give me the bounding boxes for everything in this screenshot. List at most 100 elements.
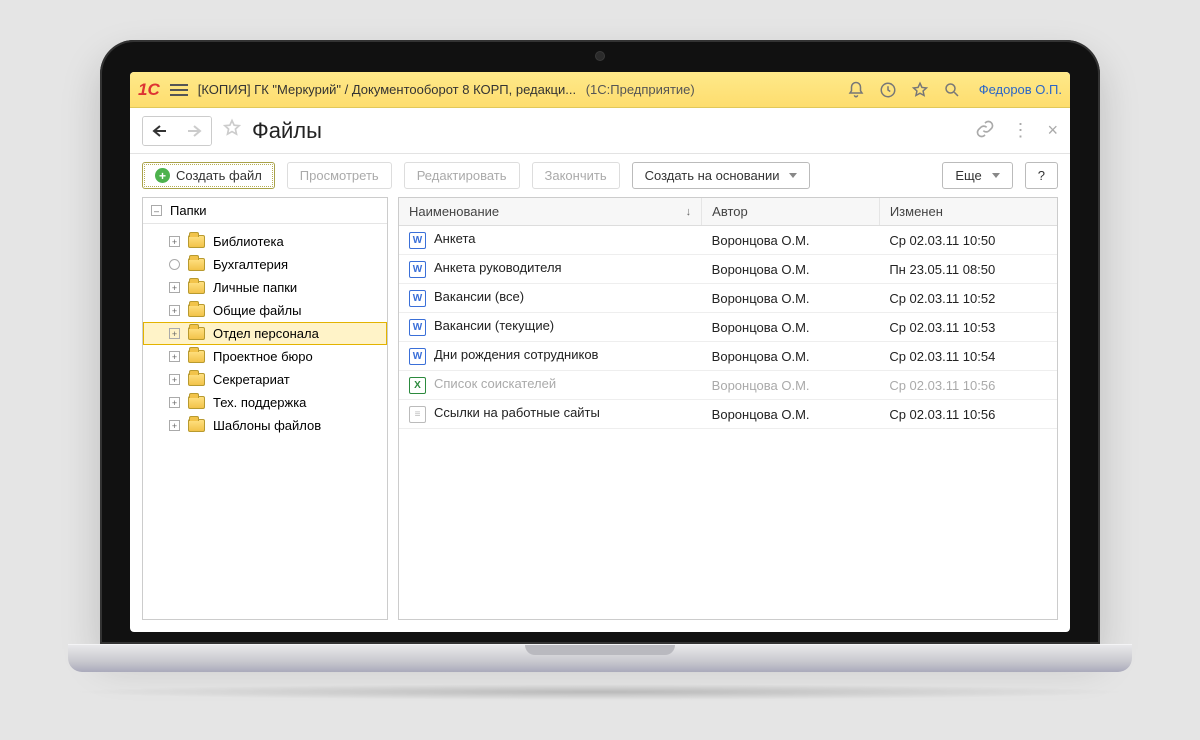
- folder-label: Шаблоны файлов: [213, 418, 321, 433]
- folder-item[interactable]: +Секретариат: [143, 368, 387, 391]
- folder-label: Общие файлы: [213, 303, 301, 318]
- file-type-icon: W: [409, 319, 426, 336]
- files-table: Наименование ↓ Автор Изменен: [399, 198, 1057, 429]
- folder-item[interactable]: + Общие файлы: [143, 299, 387, 322]
- folders-tree: + Библиотека Бухгалтерия + Личные папки + Общи…: [143, 224, 387, 443]
- folder-item[interactable]: + Шаблоны файлов: [143, 414, 387, 437]
- folder-label: Бухгалтерия: [213, 257, 288, 272]
- app-window: 1C [КОПИЯ] ГК "Меркурий" / Документообор…: [130, 72, 1070, 632]
- folder-icon: [188, 419, 205, 432]
- expand-icon[interactable]: +: [169, 236, 180, 247]
- folder-item[interactable]: +Отдел персонала: [143, 322, 387, 345]
- file-type-icon: ≡: [409, 406, 426, 423]
- folder-item[interactable]: + Проектное бюро: [143, 345, 387, 368]
- folder-label: Проектное бюро: [213, 349, 313, 364]
- more-button[interactable]: Еще: [942, 162, 1012, 189]
- table-row[interactable]: ≡ Ссылки на работные сайты Воронцова О.М.С…: [399, 400, 1057, 429]
- file-type-icon: W: [409, 348, 426, 365]
- expand-icon[interactable]: +: [169, 420, 180, 431]
- file-type-icon: W: [409, 290, 426, 307]
- file-type-icon: W: [409, 261, 426, 278]
- folders-panel: – Папки + Библиотека Бухгалтерия + Личные па…: [142, 197, 388, 620]
- column-name-header[interactable]: Наименование ↓: [399, 198, 702, 226]
- plus-icon: +: [155, 168, 170, 183]
- expand-icon[interactable]: +: [169, 282, 180, 293]
- file-name: Дни рождения сотрудников: [434, 347, 598, 362]
- file-name: Анкета: [434, 231, 476, 246]
- expand-icon[interactable]: [169, 259, 180, 270]
- folders-root-label: Папки: [170, 203, 207, 218]
- file-name: Анкета руководителя: [434, 260, 562, 275]
- column-author-header[interactable]: Автор: [702, 198, 880, 226]
- file-author: Воронцова О.М.: [702, 226, 880, 255]
- laptop-frame: 1C [КОПИЯ] ГК "Меркурий" / Документообор…: [100, 40, 1100, 700]
- expand-icon[interactable]: +: [169, 305, 180, 316]
- main-content: – Папки + Библиотека Бухгалтерия + Личные па…: [130, 197, 1070, 632]
- folder-label: Библиотека: [213, 234, 284, 249]
- bell-icon[interactable]: [847, 81, 865, 99]
- expand-icon[interactable]: +: [169, 351, 180, 362]
- chevron-down-icon: [789, 173, 797, 178]
- file-modified: Ср 02.03.11 10:50: [879, 226, 1057, 255]
- create-based-on-button[interactable]: Создать на основании: [632, 162, 811, 189]
- folder-icon: [188, 258, 205, 271]
- folder-label: Тех. поддержка: [213, 395, 306, 410]
- close-button[interactable]: ×: [1047, 120, 1058, 141]
- window-title: [КОПИЯ] ГК "Меркурий" / Документооборот …: [198, 82, 576, 97]
- folders-root[interactable]: – Папки: [143, 198, 387, 224]
- folder-icon: [188, 350, 205, 363]
- subheader: Файлы ⋮ ×: [130, 108, 1070, 154]
- file-author: Воронцова О.М.: [702, 313, 880, 342]
- folder-icon: [188, 396, 205, 409]
- table-row[interactable]: XСписок соискателейВоронцова О.М.Ср 02.0…: [399, 371, 1057, 400]
- folder-label: Личные папки: [213, 280, 297, 295]
- folder-icon: [188, 304, 205, 317]
- file-author: Воронцова О.М.: [702, 400, 880, 429]
- column-modified-header[interactable]: Изменен: [879, 198, 1057, 226]
- kebab-menu-icon[interactable]: ⋮: [1011, 120, 1031, 141]
- toolbar: + Создать файл Просмотреть Редактировать…: [130, 154, 1070, 197]
- search-icon[interactable]: [943, 81, 961, 99]
- expand-icon[interactable]: +: [169, 328, 180, 339]
- collapse-icon[interactable]: –: [151, 205, 162, 216]
- edit-button[interactable]: Редактировать: [404, 162, 520, 189]
- file-name: Вакансии (текущие): [434, 318, 554, 333]
- folder-icon: [188, 235, 205, 248]
- folder-item[interactable]: Бухгалтерия: [143, 253, 387, 276]
- expand-icon[interactable]: +: [169, 374, 180, 385]
- link-icon[interactable]: [975, 119, 995, 142]
- file-author: Воронцова О.М.: [702, 371, 880, 400]
- folder-item[interactable]: + Библиотека: [143, 230, 387, 253]
- view-button[interactable]: Просмотреть: [287, 162, 392, 189]
- table-row[interactable]: WАнкета руководителяВоронцова О.М.Пн 23.…: [399, 255, 1057, 284]
- file-type-icon: W: [409, 232, 426, 249]
- current-user-link[interactable]: Федоров О.П.: [979, 82, 1062, 97]
- page-title: Файлы: [252, 118, 322, 144]
- nav-back-button[interactable]: [143, 117, 177, 145]
- folder-icon: [188, 327, 205, 340]
- file-author: Воронцова О.М.: [702, 284, 880, 313]
- main-menu-button[interactable]: [170, 84, 188, 96]
- help-button[interactable]: ?: [1025, 162, 1058, 189]
- finish-button[interactable]: Закончить: [532, 162, 620, 189]
- folder-item[interactable]: + Личные папки: [143, 276, 387, 299]
- table-row[interactable]: WВакансии (все)Воронцова О.М.Ср 02.03.11…: [399, 284, 1057, 313]
- logo-1c: 1C: [138, 80, 160, 100]
- file-name: Ссылки на работные сайты: [434, 405, 600, 420]
- chevron-down-icon: [992, 173, 1000, 178]
- nav-forward-button[interactable]: [177, 117, 211, 145]
- platform-name: (1С:Предприятие): [586, 82, 695, 97]
- table-row[interactable]: WДни рождения сотрудниковВоронцова О.М.С…: [399, 342, 1057, 371]
- folder-item[interactable]: + Тех. поддержка: [143, 391, 387, 414]
- create-file-button[interactable]: + Создать файл: [142, 162, 275, 189]
- table-row[interactable]: WВакансии (текущие)Воронцова О.М.Ср 02.0…: [399, 313, 1057, 342]
- file-modified: Ср 02.03.11 10:56: [879, 400, 1057, 429]
- folder-icon: [188, 373, 205, 386]
- table-row[interactable]: W Анкета Воронцова О.М.Ср 02.03.11 10:50: [399, 226, 1057, 255]
- file-type-icon: X: [409, 377, 426, 394]
- file-modified: Пн 23.05.11 08:50: [879, 255, 1057, 284]
- star-icon[interactable]: [911, 81, 929, 99]
- history-icon[interactable]: [879, 81, 897, 99]
- favorite-star-icon[interactable]: [222, 118, 242, 143]
- expand-icon[interactable]: +: [169, 397, 180, 408]
